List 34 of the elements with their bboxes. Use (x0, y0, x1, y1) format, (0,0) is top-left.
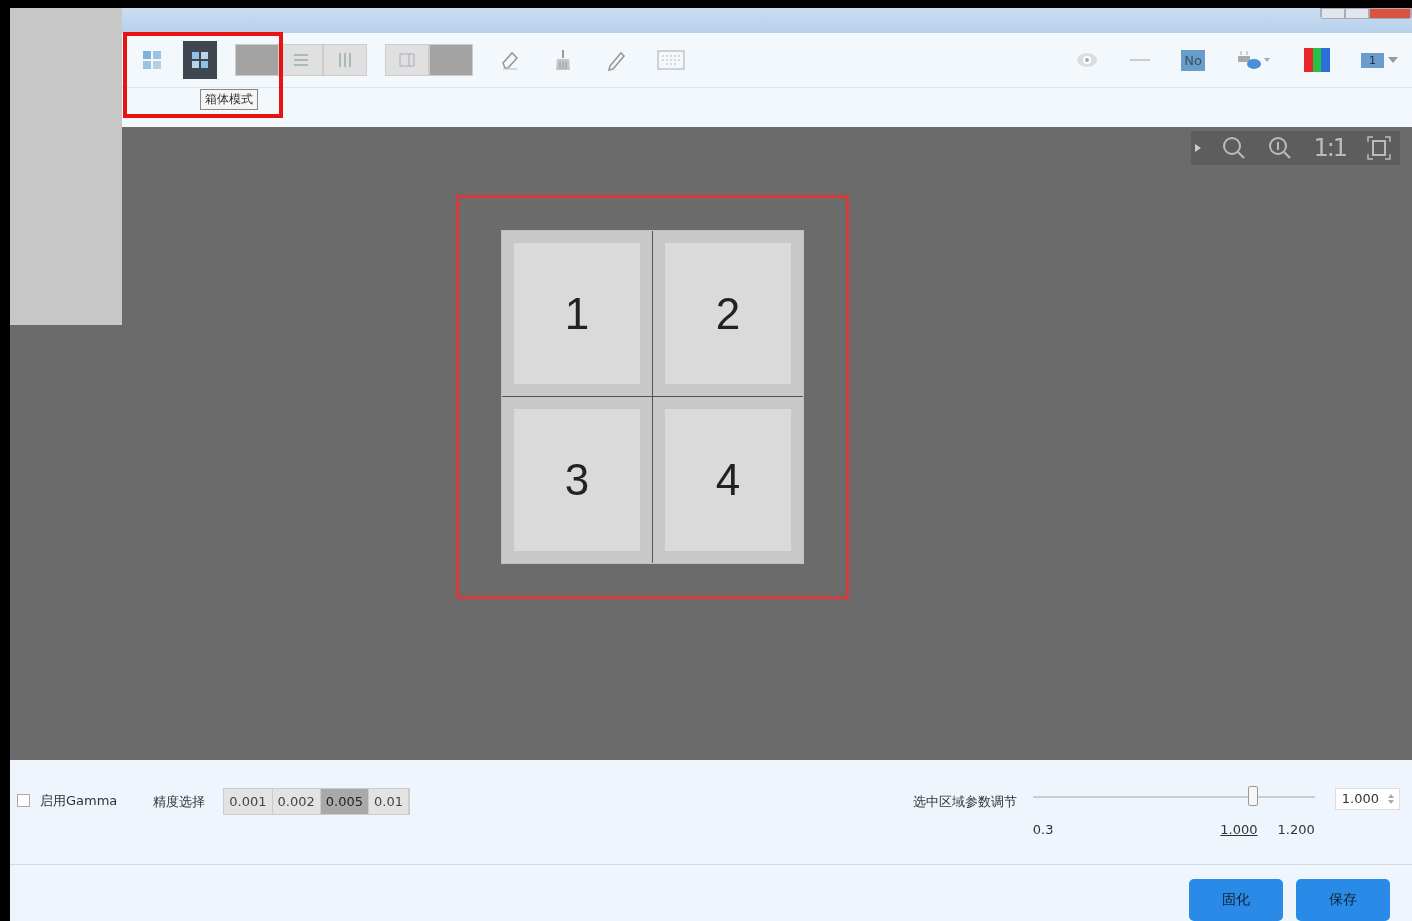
precision-label: 精度选择 (153, 793, 206, 811)
solidify-button[interactable]: 固化 (1189, 879, 1283, 921)
panel-view-button[interactable] (385, 44, 429, 77)
adjust-label: 选中区域参数调节 (912, 793, 1017, 811)
fit-screen-icon[interactable] (1366, 135, 1392, 162)
precision-option[interactable]: 0.01 (369, 789, 409, 814)
gamma-label: 启用Gamma (40, 792, 118, 810)
tooltip: 箱体模式 (200, 89, 258, 111)
panel-icon (397, 51, 417, 70)
rgb-icon[interactable] (1303, 47, 1331, 74)
line-icon[interactable] (1129, 57, 1152, 64)
cabinet-tile[interactable]: 2 (653, 231, 803, 397)
window-controls[interactable] (1320, 8, 1412, 19)
cabinet-tile[interactable]: 3 (502, 397, 652, 564)
precision-option[interactable]: 0.002 (272, 789, 321, 814)
save-button[interactable]: 保存 (1296, 879, 1390, 921)
fill-view-button[interactable] (429, 44, 473, 77)
max-label: 1.200 (1277, 822, 1315, 837)
checkbox[interactable] (17, 794, 30, 808)
blank-layout-button[interactable] (235, 44, 279, 77)
precision-option[interactable]: 0.005 (320, 789, 369, 814)
caret-icon (1388, 57, 1398, 64)
grid-icon (141, 49, 163, 72)
expand-arrow-icon[interactable] (1195, 144, 1202, 153)
current-value-link[interactable]: 1.000 (1220, 822, 1258, 837)
cabinet-tile[interactable]: 4 (653, 397, 803, 564)
cabinet-tile[interactable]: 1 (502, 231, 652, 397)
keyboard-icon[interactable] (656, 48, 686, 73)
precision-option[interactable]: 0.001 (224, 789, 273, 814)
columns-layout-button[interactable] (323, 44, 367, 77)
cabinet-mode-button[interactable] (183, 41, 217, 80)
slider-thumb[interactable] (1247, 786, 1258, 806)
value-spinbox[interactable]: 1.000 (1334, 788, 1400, 810)
min-label: 0.3 (1032, 822, 1055, 837)
